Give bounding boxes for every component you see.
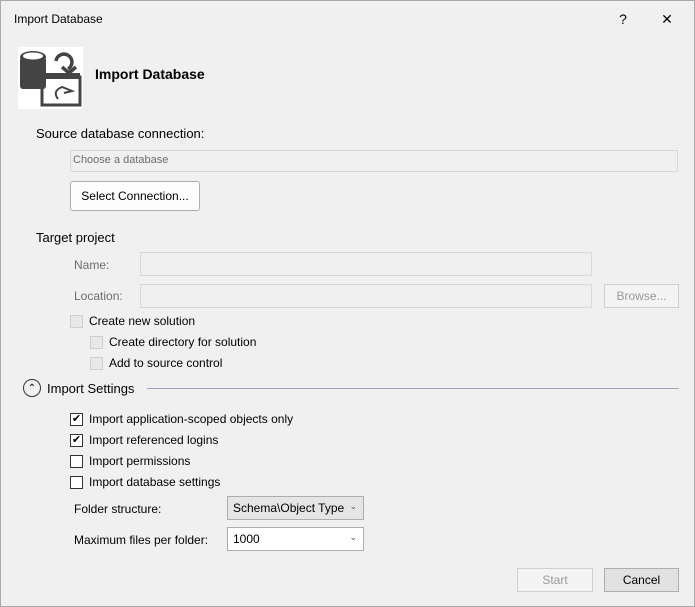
- source-control-label: Add to source control: [109, 356, 223, 370]
- source-label: Source database connection:: [36, 126, 205, 141]
- section-divider: [147, 388, 679, 389]
- browse-button[interactable]: Browse...: [604, 284, 679, 308]
- import-settings-label: Import Settings: [47, 381, 135, 396]
- select-connection-button[interactable]: Select Connection...: [70, 181, 200, 211]
- source-control-checkbox[interactable]: [90, 357, 103, 370]
- logins-label: Import referenced logins: [89, 433, 219, 447]
- import-database-icon: [18, 47, 83, 109]
- page-title: Import Database: [95, 66, 205, 82]
- location-input[interactable]: [140, 284, 592, 308]
- chevron-down-icon: ⌄: [349, 532, 357, 542]
- max-files-combobox[interactable]: 1000 ⌄: [227, 527, 364, 551]
- create-solution-label: Create new solution: [89, 314, 196, 328]
- db-settings-checkbox[interactable]: [70, 476, 83, 489]
- create-directory-label: Create directory for solution: [109, 335, 257, 349]
- name-input[interactable]: [140, 252, 592, 276]
- permissions-label: Import permissions: [89, 454, 191, 468]
- help-button[interactable]: ?: [608, 7, 638, 31]
- max-files-label: Maximum files per folder:: [74, 533, 209, 547]
- app-scoped-label: Import application-scoped objects only: [89, 412, 294, 426]
- app-scoped-checkbox[interactable]: ✔: [70, 413, 83, 426]
- cancel-button[interactable]: Cancel: [604, 568, 679, 592]
- name-label: Name:: [74, 258, 110, 272]
- folder-structure-value: Schema\Object Type: [233, 501, 345, 515]
- database-field[interactable]: Choose a database: [70, 150, 678, 172]
- window-title: Import Database: [14, 12, 103, 26]
- location-label: Location:: [74, 289, 123, 303]
- logins-checkbox[interactable]: ✔: [70, 434, 83, 447]
- target-project-label: Target project: [36, 230, 115, 245]
- permissions-checkbox[interactable]: [70, 455, 83, 468]
- chevron-down-icon: ⌄: [349, 501, 357, 511]
- collapse-chevron-up-icon[interactable]: ⌃: [23, 379, 41, 397]
- folder-structure-select[interactable]: Schema\Object Type ⌄: [227, 496, 364, 520]
- close-button[interactable]: ✕: [652, 7, 682, 31]
- create-directory-checkbox[interactable]: [90, 336, 103, 349]
- folder-structure-label: Folder structure:: [74, 502, 162, 516]
- db-settings-label: Import database settings: [89, 475, 221, 489]
- start-button[interactable]: Start: [517, 568, 593, 592]
- max-files-value: 1000: [233, 532, 260, 546]
- create-solution-checkbox[interactable]: [70, 315, 83, 328]
